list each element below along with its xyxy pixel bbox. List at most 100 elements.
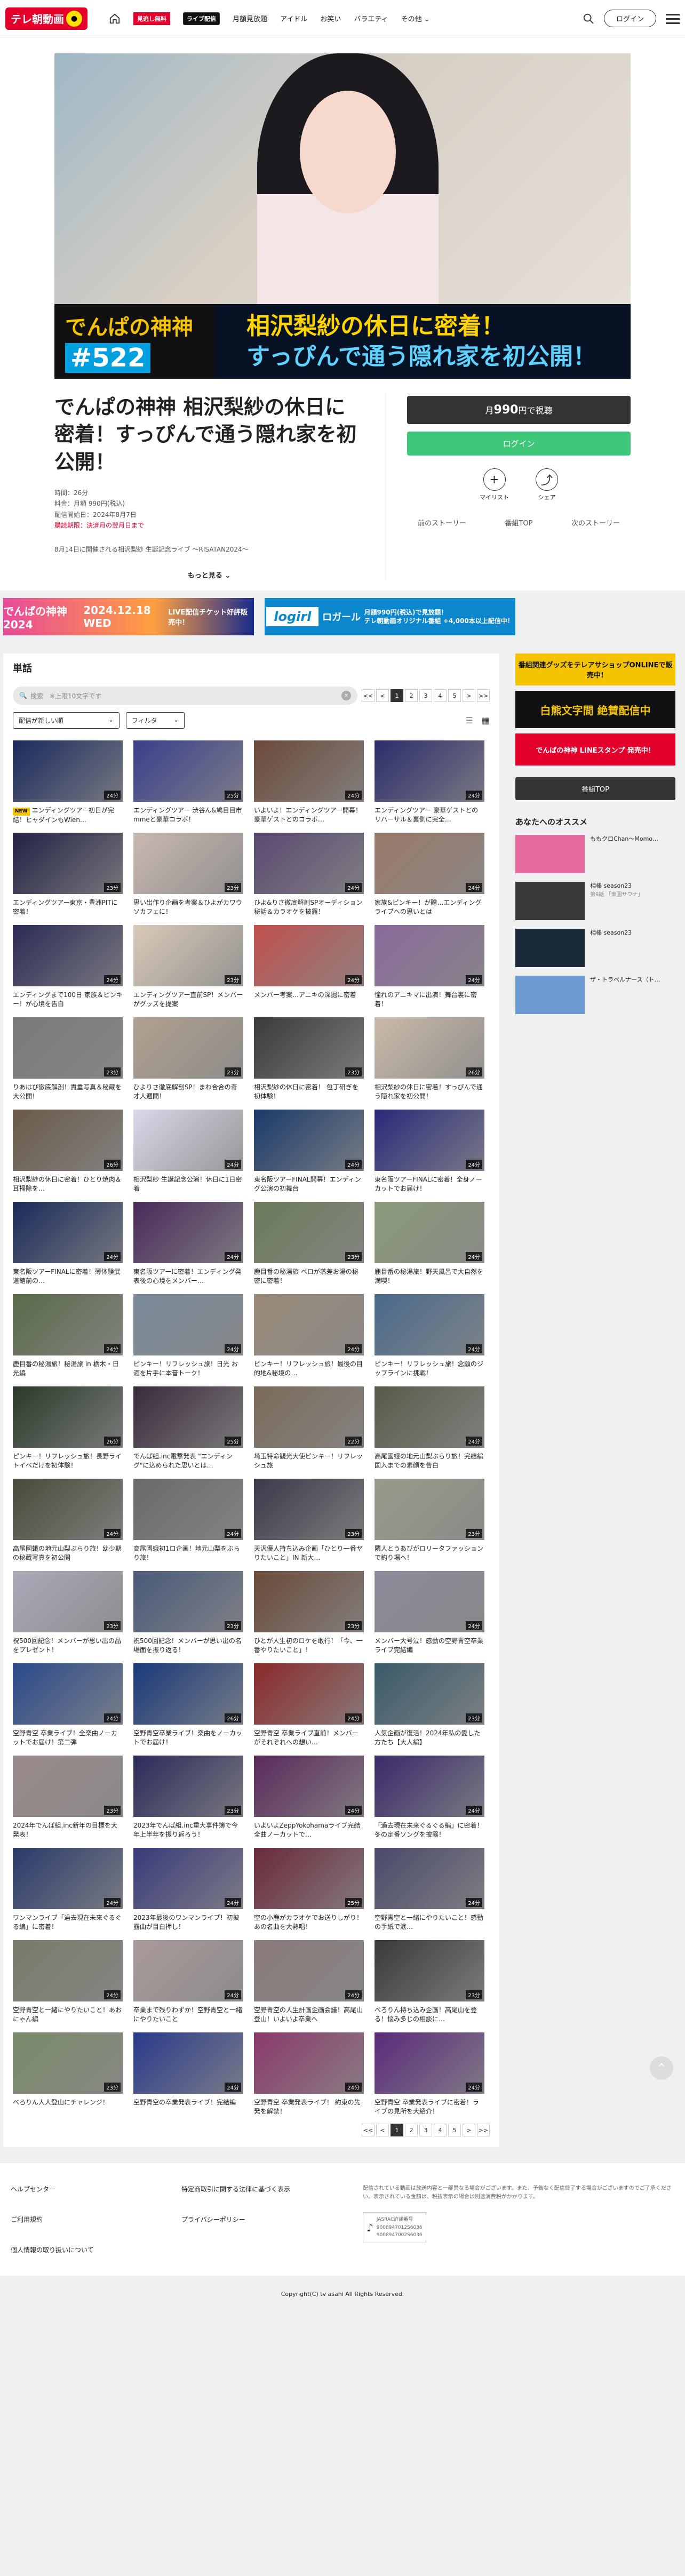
page-button[interactable]: 4 (434, 689, 447, 703)
episode-card[interactable]: 24分 2023年最後のワンマンライブ！初披露曲が目白押し！ (133, 1848, 243, 1932)
page-button[interactable]: < (376, 689, 389, 703)
episode-card-title[interactable]: べろりん持ち込み企画！高尾山を登る！悩み多じの相談に… (375, 2006, 484, 2024)
episode-card-title[interactable]: ワンマンライブ「過去現在未来ぐるぐる編」に密着！ (13, 1913, 123, 1932)
recommend-item[interactable]: ももクロChan～Momo… (515, 835, 675, 874)
episode-thumbnail[interactable]: 24分 (254, 1756, 364, 1817)
episode-card-title[interactable]: 2024年でんぱ組.inc新年の目標を大発表！ (13, 1821, 123, 1839)
episode-thumbnail[interactable]: 24分 (254, 1294, 364, 1356)
episode-thumbnail[interactable]: 24分 (13, 1663, 123, 1725)
episode-thumbnail[interactable]: 24分 (13, 1294, 123, 1356)
episode-card[interactable]: 23分 ひよりさ徹底解剖SP！まわ合合の奇才人週間！ (133, 1017, 243, 1101)
episode-thumbnail[interactable]: 24分 (133, 1294, 243, 1356)
episode-thumbnail[interactable]: 23分 (375, 1479, 484, 1541)
episode-card[interactable]: 24分 家族&ピンキー！が贈…エンディングライブへの思いとは (375, 833, 484, 916)
clear-icon[interactable]: ✕ (341, 691, 351, 701)
line-stamp-banner[interactable]: でんぱの神神 LINEスタンプ 発売中！ (515, 733, 675, 766)
episode-card[interactable]: 24分 憧れのアニキマに出演！舞台裏に密着！ (375, 925, 484, 1009)
page-button[interactable]: 4 (434, 2124, 447, 2137)
episode-card-title[interactable]: 埼玉特命観光大使ピンキー！リフレッシュ旅 (254, 1452, 364, 1470)
program-top-link[interactable]: 番組TOP (505, 517, 532, 528)
episode-card[interactable]: 22分 埼玉特命観光大使ピンキー！リフレッシュ旅 (254, 1386, 364, 1470)
page-button[interactable]: 1 (391, 689, 403, 703)
episode-thumbnail[interactable]: 24分 (375, 1110, 484, 1171)
episode-card[interactable]: 24分 エンディングまで100日 家族＆ピンキー！が心境を告白 (13, 925, 123, 1009)
recommend-thumbnail[interactable] (515, 835, 585, 874)
episode-card[interactable]: 24分 空野青空 卒業ライブ直前！メンバーがそれぞれへの想い… (254, 1663, 364, 1747)
sidebar-program-top-button[interactable]: 番組TOP (515, 777, 675, 801)
episode-thumbnail[interactable]: 24分 (133, 1479, 243, 1541)
episode-card[interactable]: 23分 ひとが人生初のロケを敢行！「今、一番やりたいこと」！ (254, 1571, 364, 1655)
episode-card-title[interactable]: 東名阪ツアーFINAL開幕！エンディング公演の初舞台 (254, 1175, 364, 1193)
episode-card-title[interactable]: でんぱ組.inc電撃発表 "エンディング"に込められた思いとは… (133, 1452, 243, 1470)
episode-thumbnail[interactable]: 24分 (13, 1479, 123, 1541)
episode-card-title[interactable]: 隣人とうあびがロリータファッションで釣り場へ！ (375, 1544, 484, 1562)
scroll-top-button[interactable]: ⌃ (650, 2056, 673, 2080)
episode-card-title[interactable]: エンディングツアー 渋谷ん&鳩目目市mmeと豪華コラボ！ (133, 806, 243, 824)
footer-link-terms[interactable]: ご利用規約 (11, 2215, 181, 2224)
episode-card-title[interactable]: 高尾國蛾の地元山梨ぶらり旅！完結編 国入までの素顔を告白 (375, 1452, 484, 1470)
recommend-thumbnail[interactable] (515, 882, 585, 921)
episode-card[interactable]: 23分 祝500回記念！メンバーが思い出の名場面を振り返る！ (133, 1571, 243, 1655)
episode-card-title[interactable]: 空野青空の人生計画企画会議！高尾山登山！いよいよ卒業へ (254, 2006, 364, 2024)
episode-card-title[interactable]: 「過去現在未来ぐるぐる編」に密着！冬の定番ソングを披露！ (375, 1821, 484, 1839)
live-badge-link[interactable]: ライブ配信 (183, 12, 220, 25)
recommend-title[interactable]: 相棒 season23 (590, 929, 632, 938)
live-ticket-ad[interactable]: でんぱの神神2024 2024.12.18 WED LIVE配信チケット好評販売中！ (3, 598, 254, 636)
episode-card[interactable]: 24分 鹿目番の秘湯旅！秘湯旅 in 栃木・日光編 (13, 1294, 123, 1378)
episode-card-title[interactable]: 思い出作り企画を考案＆ひよがカワウソカフェに！ (133, 898, 243, 916)
episode-card[interactable]: 25分 でんぱ組.inc電撃発表 "エンディング"に込められた思いとは… (133, 1386, 243, 1470)
episode-card-title[interactable]: 憧れのアニキマに出演！舞台裏に密着！ (375, 991, 484, 1009)
episode-card-title[interactable]: 東名阪ツアーに密着！エンディング発表後の心境をメンバー… (133, 1267, 243, 1286)
mylist-button[interactable]: + マイリスト (480, 468, 509, 501)
episode-thumbnail[interactable]: 24分 (375, 1386, 484, 1448)
episode-card-title[interactable]: NEW エンディングツアー初日が完結！ヒャダインもWien… (13, 806, 123, 824)
episode-thumbnail[interactable]: 24分 (375, 740, 484, 802)
episode-card[interactable]: 24分 空野青空と一緒にやりたいこと！感動の手紙で涙… (375, 1848, 484, 1932)
episode-card[interactable]: 23分 相沢梨紗の休日に密着！ 包丁研ぎを初体験！ (254, 1017, 364, 1101)
subscribe-button[interactable]: 月990円で視聴 (407, 396, 631, 424)
page-button[interactable]: > (463, 2124, 475, 2137)
nav-item-other[interactable]: その他 ⌄ (401, 13, 430, 23)
episode-card[interactable]: 25分 空の小鹿がカラオケでお送りしがり！あの名曲を大熱唱！ (254, 1848, 364, 1932)
episode-card-title[interactable]: 祝500回記念！メンバーが思い出の品をプレゼント！ (13, 1637, 123, 1655)
episode-card[interactable]: 23分 2024年でんぱ組.inc新年の目標を大発表！ (13, 1756, 123, 1839)
episode-thumbnail[interactable]: 23分 (254, 1479, 364, 1541)
episode-card-title[interactable]: ピンキー！リフレッシュ旅！日光 お酒を片手に本音トーク！ (133, 1360, 243, 1378)
episode-card-title[interactable]: べろりん人人登山にチャレンジ！ (13, 2098, 123, 2116)
login-button[interactable]: ログイン (407, 432, 631, 456)
episode-card[interactable]: 24分 いよいよZeppYokohamaライブ完結 全曲ノーカットで… (254, 1756, 364, 1839)
episode-card[interactable]: 24分 相沢梨紗 生誕記念公演！休日に1日密着 (133, 1110, 243, 1193)
episode-card[interactable]: 25分 エンディングツアー 渋谷ん&鳩目目市mmeと豪華コラボ！ (133, 740, 243, 824)
episode-card-title[interactable]: 祝500回記念！メンバーが思い出の名場面を振り返る！ (133, 1637, 243, 1655)
episode-card-title[interactable]: 空野青空 卒業発表ライブに密着！ライブの見所を大紹介！ (375, 2098, 484, 2116)
page-button[interactable]: < (376, 2124, 389, 2137)
episode-card[interactable]: 24分 ピンキー！リフレッシュ旅！念願のジップラインに挑戦！ (375, 1294, 484, 1378)
episode-card[interactable]: 24分 メンバー考案…アニキの深掘に密着 (254, 925, 364, 1009)
episode-thumbnail[interactable]: 24分 (13, 740, 123, 802)
episode-thumbnail[interactable]: 24分 (254, 833, 364, 895)
search-icon[interactable] (583, 13, 594, 25)
episode-thumbnail[interactable]: 24分 (254, 1110, 364, 1171)
logirl-ad[interactable]: logirl ロガール 月額990円(税込)で見放題！ テレ朝動画オリジナル番組 +4… (265, 598, 515, 636)
page-button[interactable]: << (362, 689, 375, 703)
page-button[interactable]: 1 (391, 2124, 403, 2137)
episode-thumbnail[interactable]: 23分 (13, 1756, 123, 1817)
episode-thumbnail[interactable]: 26分 (375, 1017, 484, 1079)
episode-thumbnail[interactable]: 26分 (13, 1386, 123, 1448)
episode-card-title[interactable]: 空野青空 卒業発表ライブ！ 約東の先発を解禁！ (254, 2098, 364, 2116)
show-more-button[interactable]: もっと見る ⌄ (54, 570, 364, 580)
share-button[interactable]: ⤴ シェア (536, 468, 558, 501)
footer-link-help[interactable]: ヘルプセンター (11, 2184, 181, 2194)
page-button[interactable]: >> (477, 689, 490, 703)
episode-thumbnail[interactable]: 24分 (254, 740, 364, 802)
sort-select[interactable]: 配信が新しい順 ⌄ (13, 712, 120, 729)
free-badge-link[interactable]: 見逃し無料 (133, 12, 170, 25)
episode-card-title[interactable]: りあはぴ徹底解剖！貴重写真＆秘蔵を大公開！ (13, 1083, 123, 1101)
episode-card-title[interactable]: 卒業まで残りわずか！空野青空と一緒にやりたいこと (133, 2006, 243, 2024)
episode-card[interactable]: 23分 鹿目番の秘湯旅 ベロが蒸差お湯の秘密に密着！ (254, 1202, 364, 1286)
episode-card[interactable]: 23分 りあはぴ徹底解剖！貴重写真＆秘蔵を大公開！ (13, 1017, 123, 1101)
episode-card[interactable]: 24分 メンバー大号泣！感動の空野青空卒業ライブ完結編 (375, 1571, 484, 1655)
episode-card-title[interactable]: 相沢梨紗の休日に密着！すっぴんで通う隠れ家を初公開！ (375, 1083, 484, 1101)
episode-card[interactable]: 24分 ひよ&りさ徹底解剖SPオーディション秘話＆カラオケを披露！ (254, 833, 364, 916)
episode-thumbnail[interactable]: 23分 (375, 1663, 484, 1725)
